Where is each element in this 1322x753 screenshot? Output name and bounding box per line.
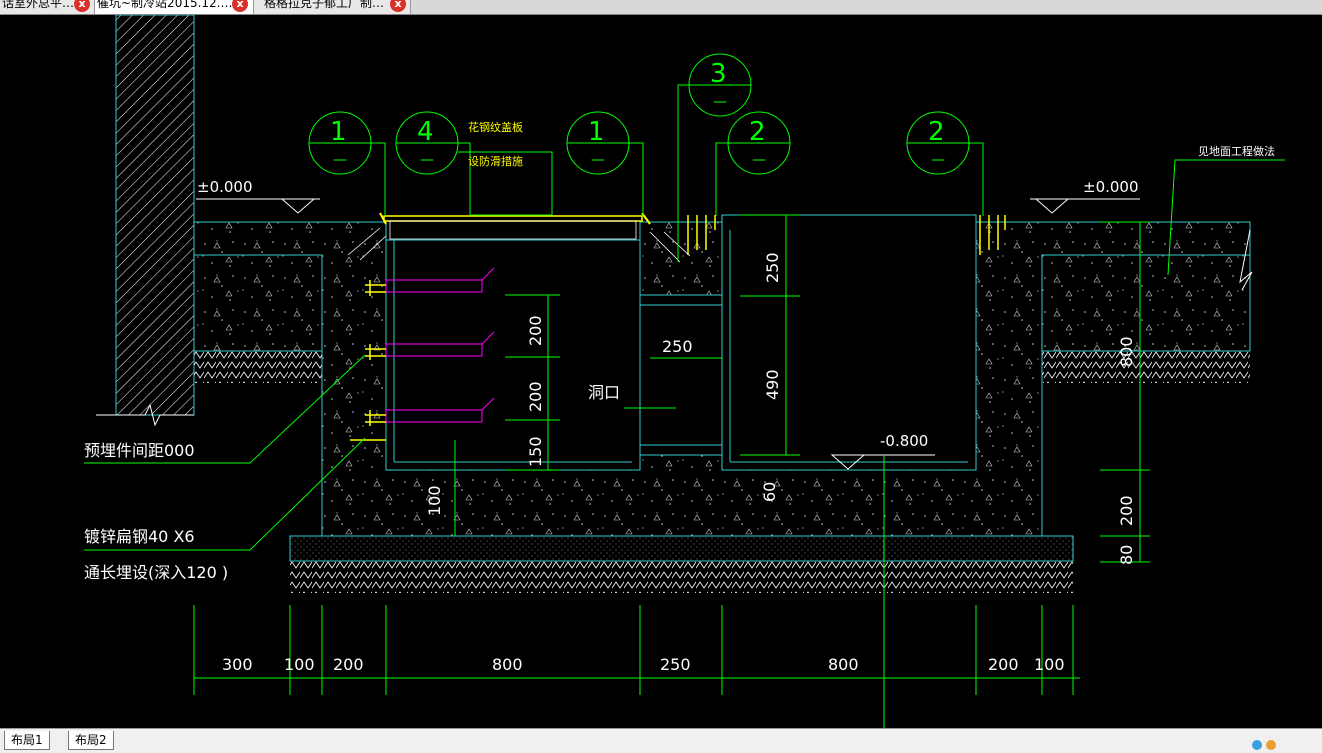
note-anti-slip: 设防滑措施 [468,154,523,168]
cover-plate [383,215,643,222]
dim-800-vertical: 800 [1117,336,1136,367]
dim-bottom-300: 300 [222,655,253,674]
dim-490: 490 [763,369,782,400]
elevation-right: ±0.000 [1083,178,1139,196]
dim-250-horizontal: 250 [662,337,693,356]
elevation-bottom: -0.800 [880,432,928,450]
slab-left [193,254,323,352]
dim-80: 80 [1117,545,1136,565]
dim-bottom-250: 250 [660,655,691,674]
trench-left [385,239,641,471]
close-tab-3-icon[interactable]: x [390,0,406,12]
dim-bottom-100a: 100 [284,655,315,674]
callout-2b-num: 2 [928,117,945,147]
dim-250-vertical: 250 [763,252,782,283]
document-tab-3-label: 格格拉克子郁工厂制… [264,0,385,10]
dim-200a: 200 [526,315,545,346]
slab-right [1041,254,1251,352]
dim-bottom-800b: 800 [828,655,859,674]
dim-bottom-100b: 100 [1034,655,1065,674]
elevation-left: ±0.000 [197,178,253,196]
note-embed-spacing: 预埋件间距000 [84,441,195,460]
dim-bottom-200a: 200 [333,655,364,674]
dim-100: 100 [425,485,444,516]
document-tab-1-label: 话室外总平… [2,0,75,10]
callout-3-num: 3 [710,59,727,89]
note-galvanized-steel: 镀锌扁钢40 X6 [84,527,195,546]
layout-tab-bar: 布局1 布局2 [0,728,1322,753]
status-icon [1252,740,1262,750]
cad-drawing-canvas[interactable]: ±0.000 ±0.000 -0.800 1 4 1 3 2 2 — — — —… [0,15,1322,728]
callout-2a-num: 2 [749,117,766,147]
callout-4-num: 4 [417,117,434,147]
document-tab-2-label: 催坑~制冷站2015.12.… [97,0,233,10]
close-tab-2-icon[interactable]: x [232,0,248,12]
note-embed-depth: 通长埋设(深入120 ) [84,563,228,582]
callout-1b-sub: — [591,152,605,168]
document-tab-2[interactable]: 催坑~制冷站2015.12.… x [95,0,254,14]
callout-1b-num: 1 [588,117,605,147]
hole-label: 洞口 [588,383,620,402]
dim-200c: 200 [1117,495,1136,526]
soil-bottom [290,561,1073,593]
wall-hatch [115,15,195,416]
callout-1a-num: 1 [330,117,347,147]
hole-area [639,294,723,456]
dim-60: 60 [760,482,779,502]
dim-150: 150 [526,436,545,467]
trench-right [721,214,977,471]
base-slab [289,535,1074,562]
dim-bottom-200b: 200 [988,655,1019,674]
callout-2b-sub: — [931,152,945,168]
note-floor: 见地面工程做法 [1198,144,1275,158]
document-tab-3[interactable]: 格格拉克子郁工厂制… x [254,0,411,14]
close-tab-1-icon[interactable]: x [74,0,90,12]
document-tab-1[interactable]: 话室外总平… x [0,0,95,14]
beam-block [639,221,723,296]
soil-right [1042,351,1250,383]
soil-left [194,351,322,383]
dim-bottom-800a: 800 [492,655,523,674]
document-tab-bar: 话室外总平… x 催坑~制冷站2015.12.… x 格格拉克子郁工厂制… x [0,0,1322,15]
callout-3-sub: — [713,94,727,110]
callout-2a-sub: — [752,152,766,168]
dim-200b: 200 [526,381,545,412]
layout-tab-2[interactable]: 布局2 [68,731,114,750]
layout-tab-1[interactable]: 布局1 [4,731,50,750]
callout-1a-sub: — [333,152,347,168]
notification-icon [1266,740,1276,750]
callout-4-sub: — [420,152,434,168]
note-cover-plate: 花钢纹盖板 [468,120,523,134]
